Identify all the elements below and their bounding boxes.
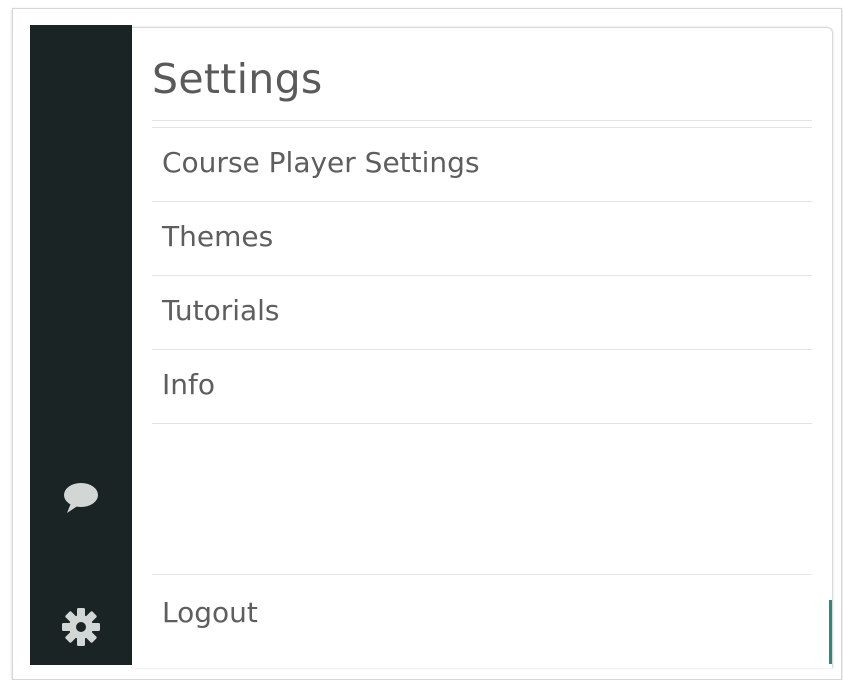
logout-button[interactable]: Logout xyxy=(152,574,812,650)
menu-item-label: Themes xyxy=(162,219,274,253)
menu-item-info[interactable]: Info xyxy=(152,350,812,424)
chat-icon[interactable] xyxy=(61,480,101,520)
gear-icon[interactable] xyxy=(61,607,101,651)
settings-panel: Settings Course Player Settings Themes T… xyxy=(132,27,833,668)
sidebar xyxy=(30,25,162,678)
menu-item-label: Course Player Settings xyxy=(162,145,480,179)
menu-item-label: Info xyxy=(162,367,215,401)
settings-menu: Course Player Settings Themes Tutorials … xyxy=(152,128,812,424)
menu-item-label: Tutorials xyxy=(162,293,280,327)
panel-title: Settings xyxy=(152,55,323,103)
accent-edge xyxy=(829,600,832,664)
title-divider xyxy=(152,120,812,121)
menu-item-themes[interactable]: Themes xyxy=(152,202,812,276)
menu-item-tutorials[interactable]: Tutorials xyxy=(152,276,812,350)
menu-item-course-player-settings[interactable]: Course Player Settings xyxy=(152,128,812,202)
logout-label: Logout xyxy=(162,596,258,629)
